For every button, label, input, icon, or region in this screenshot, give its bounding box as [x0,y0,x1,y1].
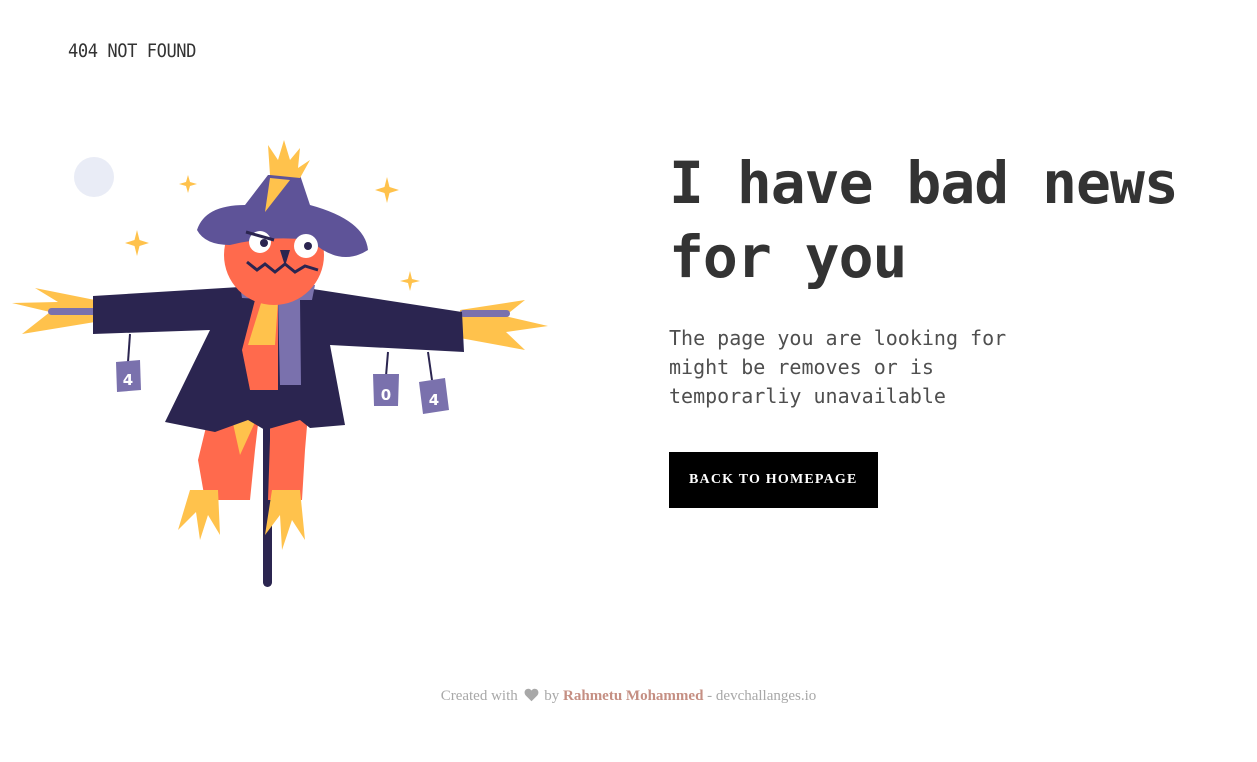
main-content: I have bad news for you The page you are… [669,146,1229,508]
brand-logo[interactable]: 404 NOT FOUND [68,40,196,62]
page-title: I have bad news for you [669,146,1229,294]
hat-straw [268,140,310,178]
moon-icon [74,157,114,197]
can-right: 4 [419,351,449,414]
description-line: The page you are looking for [669,326,1007,350]
heart-icon [524,688,539,707]
footer-prefix: Created with [440,688,518,704]
back-to-homepage-button[interactable]: BACK TO HOMEPAGE [669,452,878,508]
description-line: temporarliy unavailable [669,384,946,408]
scarecrow-illustration: 4 0 4 [12,140,548,587]
can-label: 4 [429,391,439,409]
description: The page you are looking for might be re… [669,324,1029,411]
headline-line: for you [669,223,907,291]
footer-by: by [544,688,560,704]
footer-suffix[interactable]: - devchallanges.io [707,688,816,704]
can-label: 4 [123,371,133,389]
can-label: 0 [381,386,391,404]
straw-left-foot [178,490,220,540]
headline-line: I have bad news [669,149,1179,217]
footer: Created with by Rahmetu Mohammed - devch… [0,688,1257,707]
can-middle: 0 [373,351,399,406]
description-line: might be removes or is [669,355,934,379]
straw-right-hand [460,300,548,350]
author-link[interactable]: Rahmetu Mohammed [563,688,703,704]
can-left: 4 [116,333,141,392]
